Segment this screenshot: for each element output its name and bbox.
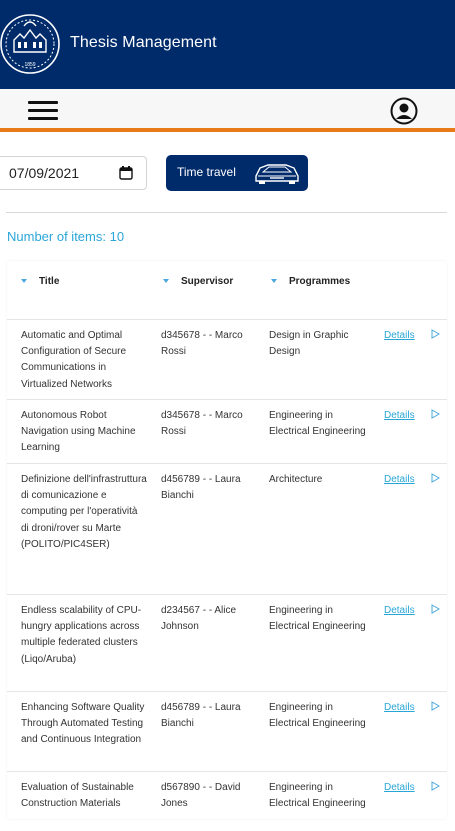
table-row: Definizione dell'infrastruttura di comun… xyxy=(7,463,447,594)
details-link[interactable]: Details xyxy=(384,700,415,716)
table-row: Autonomous Robot Navigation using Machin… xyxy=(7,399,447,463)
column-title-header[interactable]: Title xyxy=(21,276,59,287)
navbar xyxy=(0,89,455,132)
sort-arrow-icon xyxy=(163,279,169,284)
row-supervisor: d456789 - - Laura Bianchi xyxy=(161,702,241,730)
table-row: Endless scalability of CPU-hungry applic… xyxy=(7,594,447,691)
row-programme: Engineering in Electrical Engineering xyxy=(269,702,366,730)
details-link[interactable]: Details xyxy=(384,603,415,619)
table-row: Enhancing Software Quality Through Autom… xyxy=(7,691,447,771)
row-programme: Engineering in Electrical Engineering xyxy=(269,782,366,810)
user-circle-icon[interactable] xyxy=(390,97,418,125)
row-title: Automatic and Optimal Configuration of S… xyxy=(21,330,127,390)
details-link[interactable]: Details xyxy=(384,328,415,344)
column-programmes-header[interactable]: Programmes xyxy=(271,276,350,287)
play-icon[interactable] xyxy=(430,409,440,419)
time-travel-label: Time travel xyxy=(177,165,236,179)
table-row: Automatic and Optimal Configuration of S… xyxy=(7,319,447,399)
time-travel-button[interactable]: Time travel xyxy=(166,155,308,191)
play-icon[interactable] xyxy=(430,701,440,711)
table-header: Title Supervisor Programmes xyxy=(7,261,447,306)
date-value: 07/09/2021 xyxy=(9,165,80,181)
play-icon[interactable] xyxy=(430,781,440,791)
row-title: Endless scalability of CPU-hungry applic… xyxy=(21,605,142,665)
column-programmes-label: Programmes xyxy=(289,276,351,287)
details-link[interactable]: Details xyxy=(384,780,415,796)
row-programme: Engineering in Electrical Engineering xyxy=(269,605,366,633)
row-supervisor: d345678 - - Marco Rossi xyxy=(161,330,243,358)
proposals-table: Title Supervisor Programmes Automatic an… xyxy=(7,261,447,819)
items-count: Number of items: 10 xyxy=(7,229,125,244)
divider xyxy=(6,212,447,213)
play-icon[interactable] xyxy=(430,604,440,614)
row-supervisor: d345678 - - Marco Rossi xyxy=(161,410,243,438)
play-icon[interactable] xyxy=(430,473,440,483)
hamburger-icon[interactable] xyxy=(28,101,58,121)
column-supervisor-header[interactable]: Supervisor xyxy=(163,276,233,287)
app-title: Thesis Management xyxy=(70,34,217,51)
row-supervisor: d567890 - - David Jones xyxy=(161,782,241,810)
table-body: Automatic and Optimal Configuration of S… xyxy=(7,319,447,831)
date-input[interactable]: 07/09/2021 xyxy=(0,156,147,190)
row-title: Autonomous Robot Navigation using Machin… xyxy=(21,410,136,454)
row-title: Evaluation of Sustainable Construction M… xyxy=(21,782,134,810)
play-icon[interactable] xyxy=(430,329,440,339)
row-programme: Architecture xyxy=(269,474,323,485)
delorean-car-icon xyxy=(255,164,299,184)
row-supervisor: d456789 - - Laura Bianchi xyxy=(161,474,241,502)
university-seal-icon: 1859 xyxy=(0,14,60,74)
sort-arrow-icon xyxy=(271,279,277,284)
sort-arrow-icon xyxy=(21,279,27,284)
row-title: Definizione dell'infrastruttura di comun… xyxy=(21,474,147,550)
row-programme: Engineering in Electrical Engineering xyxy=(269,410,366,438)
details-link[interactable]: Details xyxy=(384,408,415,424)
table-row: Evaluation of Sustainable Construction M… xyxy=(7,771,447,831)
column-title-label: Title xyxy=(39,276,60,287)
app-header: 1859 Thesis Management xyxy=(0,0,455,89)
calendar-icon[interactable] xyxy=(119,166,133,180)
logo-year: 1859 xyxy=(24,62,35,68)
row-title: Enhancing Software Quality Through Autom… xyxy=(21,702,145,746)
column-supervisor-label: Supervisor xyxy=(181,276,234,287)
details-link[interactable]: Details xyxy=(384,472,415,488)
row-programme: Design in Graphic Design xyxy=(269,330,349,358)
row-supervisor: d234567 - - Alice Johnson xyxy=(161,605,237,633)
